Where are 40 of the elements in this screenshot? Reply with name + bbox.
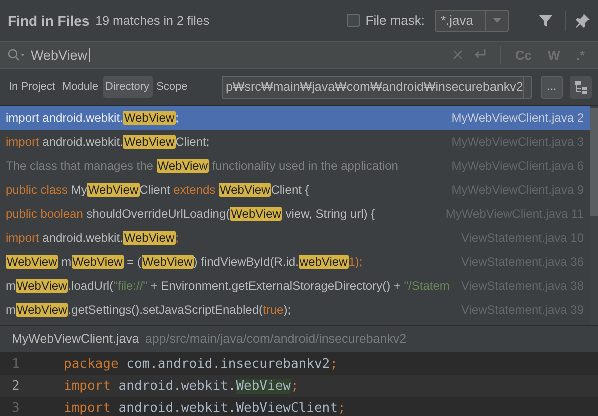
scope-tab[interactable]: Directory — [102, 76, 153, 98]
caret-icon — [492, 18, 502, 23]
file-mask-label: File mask: — [366, 13, 425, 28]
code-line: import android.webkit.WebViewClient; — [63, 400, 346, 416]
filter-icon[interactable] — [539, 14, 553, 28]
scope-tab[interactable]: In Project — [6, 76, 58, 98]
code-snippet: import android.webkit.WebView; — [6, 231, 180, 245]
match-summary: 19 matches in 2 files — [96, 14, 210, 28]
clear-icon[interactable] — [453, 50, 464, 60]
preview-file-name: MyWebViewClient.java — [12, 332, 140, 346]
file-mask-dropdown[interactable]: *.java — [435, 10, 509, 32]
result-row[interactable]: import android.webkit.WebView; MyWebViewClient.java 2 — [0, 106, 590, 130]
directory-dropdown[interactable]: p₩src₩main₩java₩com₩android₩insecurebankv2 — [222, 76, 532, 98]
line-number: 3 — [11, 400, 21, 416]
code-snippet: import android.webkit.WebViewClient; — [6, 135, 211, 149]
tree-view-button[interactable] — [570, 76, 592, 98]
code-line: package com.android.insecurebankv2; — [63, 356, 338, 372]
search-field[interactable]: WebView — [31, 48, 448, 62]
code-snippet: The class that manages the WebView functionality used in the application — [6, 159, 400, 173]
file-mask-checkbox[interactable] — [346, 14, 360, 27]
preview-file-path: app/src/main/java/com/android/insecurebankv2 — [145, 332, 407, 346]
scrollbar-thumb[interactable] — [590, 108, 598, 216]
code-snippet: WebView mWebView = (WebView) findViewById(R.id.webView1); — [6, 255, 364, 269]
line-number: 2 — [11, 378, 21, 394]
code-snippet: import android.webkit.WebView; — [6, 111, 180, 125]
code-snippet: mWebView.getSettings().setJavaScriptEnabled(true); — [6, 303, 292, 317]
pin-icon[interactable] — [576, 14, 590, 28]
newline-icon[interactable] — [473, 49, 488, 61]
code-snippet: public boolean shouldOverrideUrlLoading(WebView view, String url) { — [6, 207, 376, 221]
search-icon[interactable] — [8, 49, 25, 61]
code-snippet: public class MyWebViewClient extends WebViewClient { — [6, 183, 310, 197]
tree-icon — [574, 80, 588, 94]
file-location: MyWebViewClient.java 2 — [452, 111, 584, 125]
panel-title: Find in Files — [8, 12, 90, 28]
code-line: import android.webkit.WebView; — [63, 378, 299, 394]
scope-tab[interactable]: Module — [59, 76, 102, 98]
browse-button[interactable]: ... — [541, 76, 563, 98]
scope-tab[interactable]: Scope — [154, 76, 191, 98]
code-snippet: mWebView.loadUrl("file://" + Environment.getExternalStorageDirectory() + "/Statem — [6, 279, 451, 293]
line-number: 1 — [11, 356, 21, 372]
